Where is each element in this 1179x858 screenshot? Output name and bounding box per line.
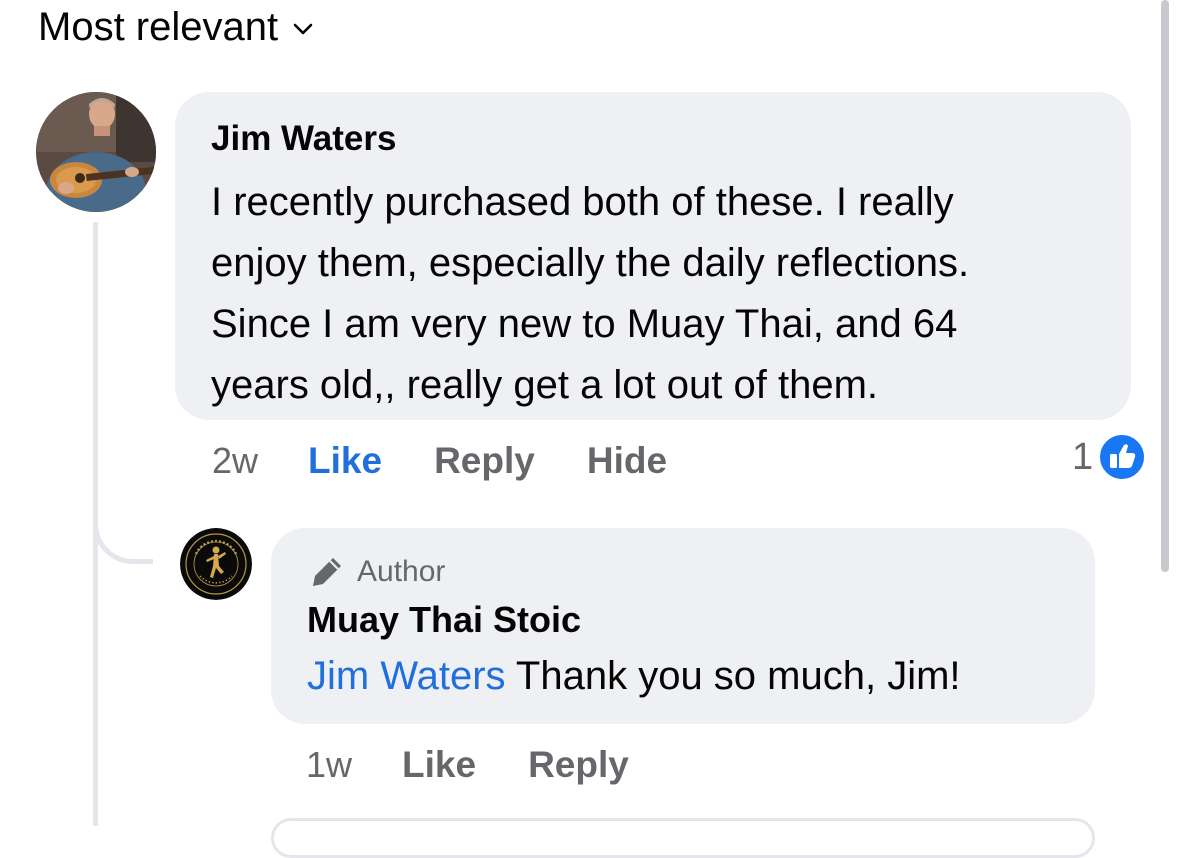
author-badge: Author — [307, 552, 1059, 592]
mention-link[interactable]: Jim Waters — [307, 654, 506, 698]
reply-message: Thank you so much, Jim! — [505, 654, 961, 698]
comment-text: I recently purchased both of these. I re… — [211, 172, 1095, 416]
avatar[interactable] — [36, 92, 156, 212]
author-badge-label: Author — [357, 555, 446, 588]
scrollbar[interactable] — [1161, 0, 1169, 572]
reply-button[interactable]: Reply — [528, 744, 629, 786]
reply-author-name[interactable]: Muay Thai Stoic — [307, 598, 1059, 642]
hide-button[interactable]: Hide — [587, 440, 667, 482]
reply-actions: 1w Like Reply — [306, 740, 681, 790]
thumbs-up-icon — [1098, 433, 1147, 481]
sort-label: Most relevant — [38, 4, 279, 49]
reaction-count: 1 — [1072, 435, 1094, 478]
reply-button[interactable]: Reply — [434, 440, 535, 482]
guitar-player-photo — [36, 92, 156, 212]
like-button[interactable]: Like — [402, 744, 476, 786]
chevron-down-icon — [293, 23, 313, 35]
avatar[interactable] — [180, 528, 252, 600]
comment-bubble: Jim Waters I recently purchased both of … — [175, 92, 1131, 420]
comment-author-name[interactable]: Jim Waters — [211, 118, 1095, 160]
reaction-summary[interactable]: 1 — [1072, 432, 1147, 482]
comment-line: I recently purchased both of these. I re… — [211, 180, 954, 224]
comment-line: years old,, really get a lot out of them… — [211, 363, 879, 407]
like-button[interactable]: Like — [308, 440, 382, 482]
comment-actions: 2w Like Reply Hide — [212, 436, 719, 486]
muay-thai-stoic-logo — [180, 528, 252, 600]
reply-text: Jim Waters Thank you so much, Jim! — [307, 648, 1059, 704]
comment-line: Since I am very new to Muay Thai, and 64 — [211, 302, 958, 346]
sort-dropdown[interactable]: Most relevant — [38, 4, 314, 50]
comment-timestamp[interactable]: 2w — [212, 440, 258, 482]
pen-icon — [313, 558, 341, 586]
reply-bubble: Author Muay Thai Stoic Jim Waters Thank … — [271, 528, 1095, 724]
next-comment-bubble — [271, 818, 1095, 858]
thread-connector — [93, 478, 153, 564]
reply-timestamp[interactable]: 1w — [306, 744, 352, 786]
comment-line: enjoy them, especially the daily reflect… — [211, 241, 970, 285]
